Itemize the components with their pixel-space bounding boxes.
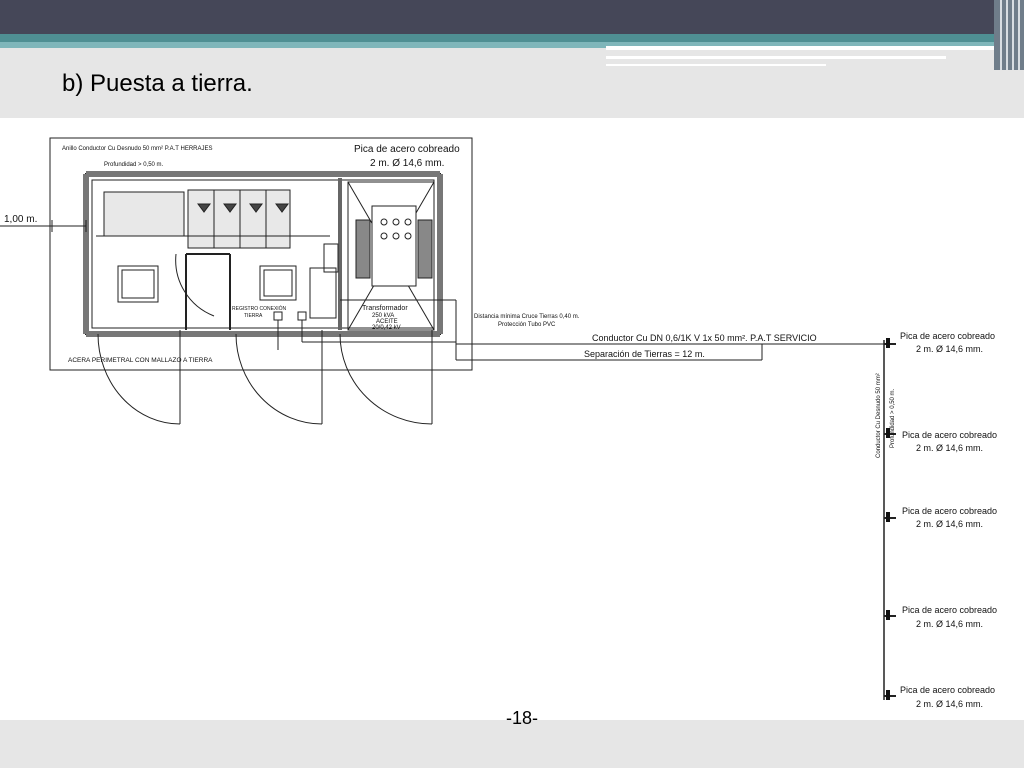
pica-label-1-line1: Pica de acero cobreado xyxy=(900,331,995,341)
cable-pit-2 xyxy=(259,265,297,301)
cruce-label-1: Distancia mínima Cruce Tierras 0,40 m. xyxy=(474,314,580,320)
page-number: -18- xyxy=(506,708,539,728)
vertical-conductor-label: Conductor Cu Desnudo 50 mm² xyxy=(876,373,882,458)
pica-label-4-line1: Pica de acero cobreado xyxy=(902,605,997,615)
pica-label-2-line2: 2 m. Ø 14,6 mm. xyxy=(916,443,983,453)
pica-electrode-3 xyxy=(886,512,890,522)
registro-label-2: TIERRA xyxy=(244,313,263,319)
pica-label-5-line1: Pica de acero cobreado xyxy=(900,685,995,695)
pica-electrode-4 xyxy=(886,610,890,620)
ring-depth-label: Profundidad > 0,50 m. xyxy=(104,162,164,168)
ring-conductor-label: Anillo Conductor Cu Desnudo 50 mm² P.A.T… xyxy=(62,146,213,152)
slide-title: b) Puesta a tierra. xyxy=(62,70,253,97)
pica-electrode-5 xyxy=(886,690,890,700)
pica-label-4-line2: 2 m. Ø 14,6 mm. xyxy=(916,619,983,629)
cable-pit-1 xyxy=(117,265,159,303)
service-conductor-label: Conductor Cu DN 0,6/1K V 1x 50 mm². P.A.… xyxy=(592,333,817,343)
cruce-label-2: Protección Tubo PVC xyxy=(498,322,556,328)
transformer-label-4: 20/0,42 kV xyxy=(372,325,401,331)
slide-accent-band xyxy=(0,34,1024,42)
pica-top-line2: 2 m. Ø 14,6 mm. xyxy=(370,158,444,169)
acera-label: ACERA PERIMETRAL CON MALLAZO A TIERRA xyxy=(68,357,213,364)
pica-label-2-line1: Pica de acero cobreado xyxy=(902,430,997,440)
pica-label-1-line2: 2 m. Ø 14,6 mm. xyxy=(916,344,983,354)
pica-label-3-line2: 2 m. Ø 14,6 mm. xyxy=(916,519,983,529)
slide-header-bar xyxy=(0,0,1024,34)
pica-top-line1: Pica de acero cobreado xyxy=(354,144,460,155)
vertical-depth-label: Profundidad > 0,50 m. xyxy=(890,388,896,448)
dimension-label: 1,00 m. xyxy=(4,214,37,225)
transformer xyxy=(371,205,417,287)
transformer-label-1: Transformador xyxy=(362,305,408,312)
pica-label-5-line2: 2 m. Ø 14,6 mm. xyxy=(916,699,983,709)
switchgear-cells xyxy=(103,191,185,237)
grounding-connection-box-2 xyxy=(297,311,307,321)
decorative-lines xyxy=(606,46,1024,66)
pica-label-3-line1: Pica de acero cobreado xyxy=(902,506,997,516)
separation-label: Separación de Tierras = 12 m. xyxy=(584,349,705,359)
grounding-plan-drawing: 1,00 m. Anillo Conductor Cu Desnudo 50 m… xyxy=(0,137,997,709)
registro-label-1: REGISTRO CONEXIÓN xyxy=(232,305,287,312)
pica-electrode-1 xyxy=(886,338,890,348)
decorative-vertical-bars xyxy=(994,0,1024,70)
switchgear-panels xyxy=(187,189,291,249)
grounding-connection-box xyxy=(273,311,283,321)
